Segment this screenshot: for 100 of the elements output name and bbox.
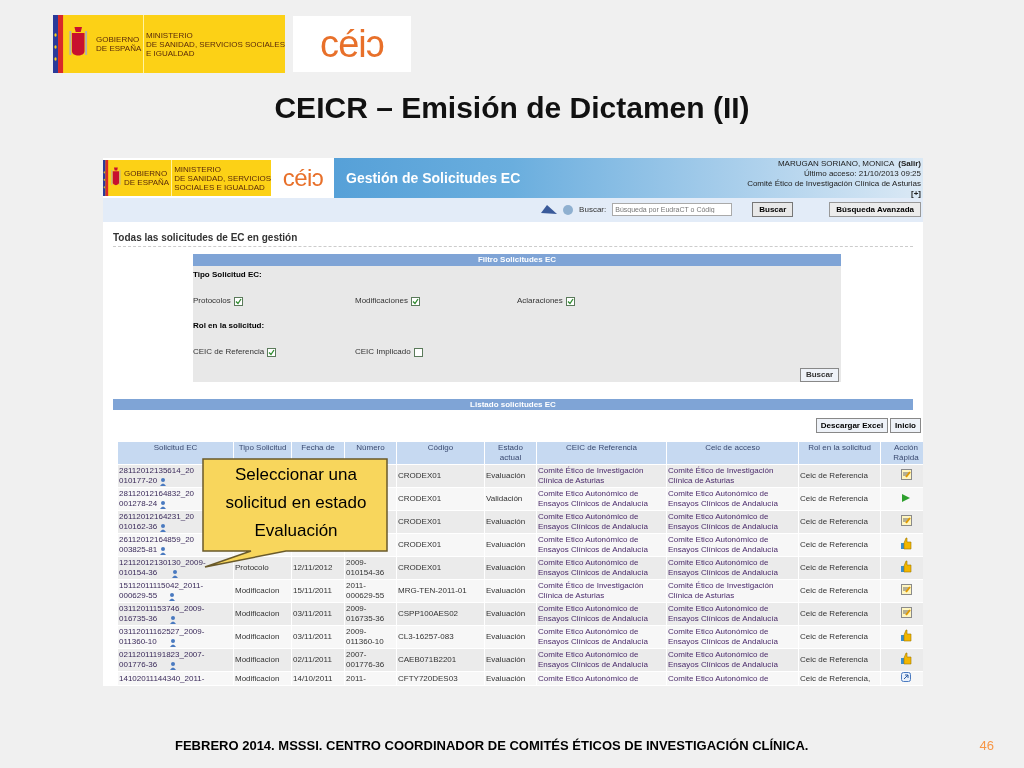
person-icon[interactable] <box>170 662 178 670</box>
note-icon[interactable] <box>900 515 912 526</box>
request-id-link[interactable]: 12112012130130_2009- 010154-36 <box>119 558 206 578</box>
last-access: Último acceso: 21/10/2013 09:25 <box>804 169 921 179</box>
table-cell: Ceic de Referencia <box>799 465 880 487</box>
checkbox[interactable] <box>267 347 277 357</box>
filter-search-button[interactable]: Buscar <box>799 368 839 382</box>
list-action-button[interactable]: Inicio <box>890 418 921 433</box>
table-cell: Comite Etico Autonómico de Ensayos Clínicos de Andalucía <box>537 603 666 625</box>
person-icon[interactable] <box>170 639 178 647</box>
paper-plane-icon[interactable] <box>541 204 558 215</box>
table-cell: Ceic de Referencia <box>799 580 880 602</box>
table-cell: 2011- <box>345 672 396 685</box>
table-cell: Comite Etico Autonómico de Ensayos Clínicos de Andalucía <box>667 488 798 510</box>
advanced-search-button[interactable]: Búsqueda Avanzada <box>829 202 921 218</box>
table-cell: Comite Etico Autonómico de <box>537 672 666 685</box>
table-cell: Evaluación <box>485 465 536 487</box>
request-id-link[interactable]: 26112012164231_20 010162-36 <box>119 512 195 532</box>
table-cell: CRODEX01 <box>397 488 484 510</box>
table-cell: CRODEX01 <box>397 557 484 579</box>
filter-option-label: Aclaraciones <box>517 295 563 307</box>
request-id-link[interactable]: 02112011191823_2007- 001776-36 <box>119 650 205 670</box>
table-cell: Comité Ético de Investigación Clínica de Asturias <box>667 580 798 602</box>
table-cell: Protocolo <box>234 557 291 579</box>
table-cell: 2009- 010154-36 <box>345 557 396 579</box>
checkbox[interactable] <box>410 296 420 306</box>
list-action-button[interactable]: Descargar Excel <box>815 418 889 433</box>
table-cell: CRODEX01 <box>397 465 484 487</box>
person-icon[interactable] <box>169 593 177 601</box>
person-icon[interactable] <box>160 478 168 486</box>
request-id-link[interactable]: 03112011162527_2009- 011360-10 <box>119 627 205 647</box>
user-name: MARUGAN SORIANO, MONICA <box>777 159 895 169</box>
person-icon[interactable] <box>171 570 179 578</box>
slide-title: CEICR – Emisión de Dictamen (II) <box>273 90 751 126</box>
request-id-link[interactable]: 28112012164832_20 001278-24 <box>119 489 195 509</box>
thumbs-up-icon[interactable] <box>900 629 912 642</box>
note-icon[interactable] <box>900 607 912 618</box>
logo-wordmark: céiɔ <box>320 25 384 63</box>
table-cell: Modificacion <box>234 580 291 602</box>
search-button[interactable]: Buscar <box>752 202 794 218</box>
table-cell: Ceic de Referencia, <box>799 672 880 685</box>
filter-option-label: CEIC Implicado <box>355 346 411 358</box>
arrow-icon[interactable] <box>901 672 911 682</box>
request-id-link[interactable]: 15112011115042_2011- 000629-55 <box>119 581 204 601</box>
table-cell: Validación <box>485 488 536 510</box>
person-icon[interactable] <box>160 547 168 555</box>
column-header: Estado actual <box>485 442 536 464</box>
table-cell: Modificacion <box>234 649 291 671</box>
person-icon[interactable] <box>170 616 178 624</box>
table-cell: Comité Ético de Investigación Clínica de Asturias <box>667 465 798 487</box>
table-cell: 15/11/2011 <box>292 580 344 602</box>
table-cell: Comite Etico Autonómico de Ensayos Clínicos de Andalucía <box>537 557 666 579</box>
checkbox[interactable] <box>413 347 423 357</box>
play-icon[interactable] <box>901 492 911 503</box>
page-heading: Todas las solicitudes de EC en gestión <box>113 229 913 247</box>
thumbs-up-icon[interactable] <box>900 537 912 550</box>
table-cell: Comite Etico Autonómico de Ensayos Clínicos de Andalucía <box>667 603 798 625</box>
table-cell: CSPP100AES02 <box>397 603 484 625</box>
column-header: Solicitud EC <box>118 442 233 464</box>
table-cell: Comite Etico Autonómico de Ensayos Clínicos de Andalucía <box>537 649 666 671</box>
filter-option-label: Protocolos <box>193 295 231 307</box>
note-icon[interactable] <box>900 469 912 480</box>
help-icon[interactable] <box>563 204 574 215</box>
filter-title: Filtro Solicitudes EC <box>193 254 841 266</box>
logout-link[interactable]: (Salir) <box>898 159 921 169</box>
person-icon[interactable] <box>160 524 168 532</box>
table-cell: Comite Etico Autonómico de Ensayos Clínicos de Andalucía <box>537 488 666 510</box>
column-header: Acción Rápida <box>881 442 923 464</box>
note-icon[interactable] <box>900 584 912 595</box>
table-cell: Modificacion <box>234 672 291 685</box>
table-cell: Comite Etico Autonómico de Ensayos Clínicos de Andalucía <box>667 557 798 579</box>
request-id-link[interactable]: 14102011144340_2011- <box>119 673 205 684</box>
person-icon[interactable] <box>160 501 168 509</box>
table-cell: Evaluación <box>485 649 536 671</box>
request-id-link[interactable]: 26112012164859_20 003825-81 <box>119 535 195 555</box>
app-title: Gestión de Solicitudes EC <box>346 169 521 188</box>
table-cell: Comite Etico Autonómico de Ensayos Clínicos de Andalucía <box>667 511 798 533</box>
table-cell: 2011- 000629-55 <box>345 580 396 602</box>
checkbox[interactable] <box>565 296 575 306</box>
checkbox[interactable] <box>233 296 243 306</box>
table-cell: CL3-16257-083 <box>397 626 484 648</box>
expand-link[interactable]: [+] <box>911 189 921 199</box>
slide-footer: FEBRERO 2014. MSSSI. CENTRO COORDINADOR DE COMITÉS ÉTICOS DE INVESTIGACIÓN CLÍNICA. <box>175 736 809 756</box>
logo-wordmark: céiɔ <box>282 166 324 190</box>
table-cell: Ceic de Referencia <box>799 626 880 648</box>
filter-option-label: CEIC de Referencia <box>193 346 265 358</box>
table-cell: Comité Ético de Investigación Clínica de Asturias <box>537 465 666 487</box>
request-id-link[interactable]: 28112012135614_20 010177-20 <box>119 466 195 486</box>
filter-group-label: Tipo Solicitud EC: <box>193 269 263 281</box>
request-id-link[interactable]: 03112011153746_2009- 016735-36 <box>119 604 205 624</box>
table-cell: CRODEX01 <box>397 511 484 533</box>
table-cell: MRG-TEN-2011-01 <box>397 580 484 602</box>
table-cell: Modificacion <box>234 603 291 625</box>
filter-option-label: Modificaciones <box>355 295 408 307</box>
table-cell: 2009- 011360-10 <box>345 626 396 648</box>
table-cell: Comite Etico Autonómico de Ensayos Clínicos de Andalucía <box>537 626 666 648</box>
table-cell: Evaluación <box>485 557 536 579</box>
table-cell: Evaluación <box>485 626 536 648</box>
thumbs-up-icon[interactable] <box>900 560 912 573</box>
thumbs-up-icon[interactable] <box>900 652 912 665</box>
